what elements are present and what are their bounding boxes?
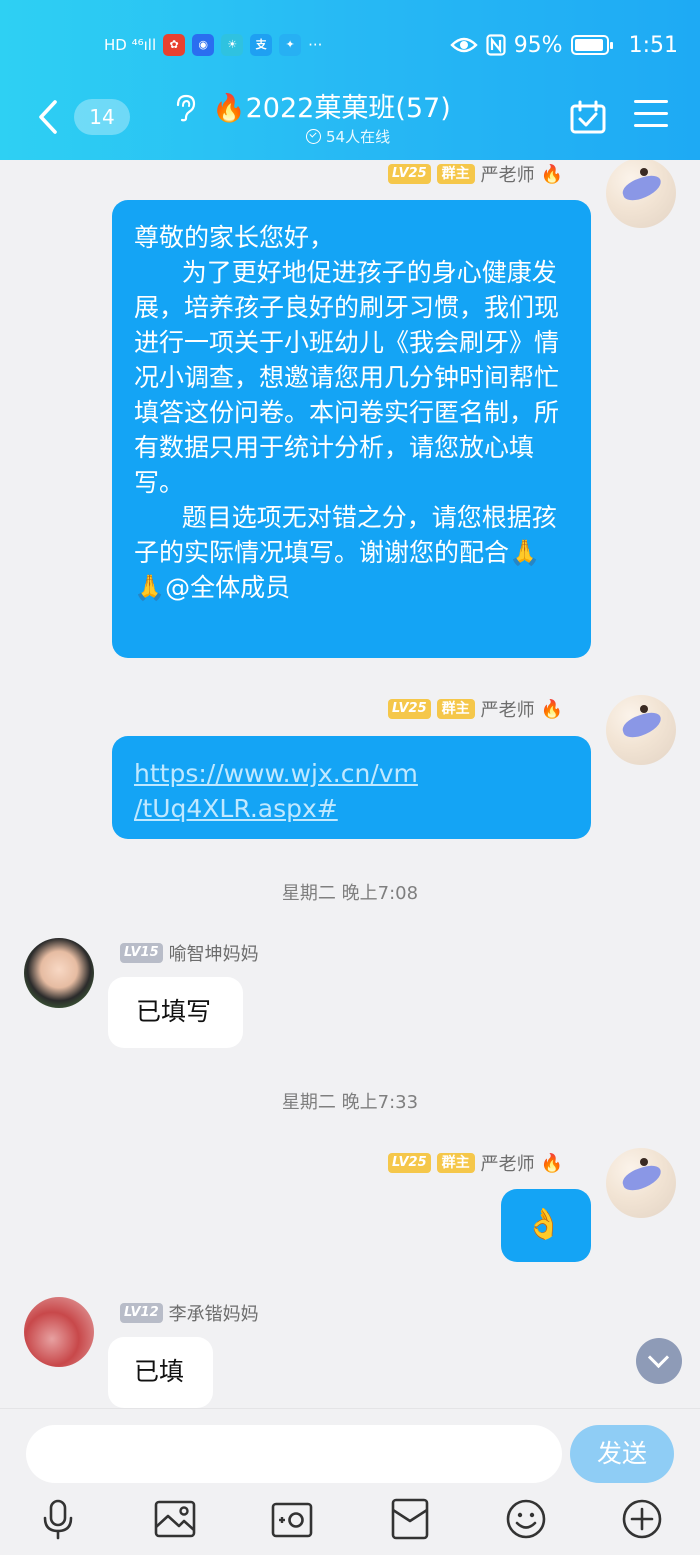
message-text: 已填: [134, 1357, 185, 1386]
sender-name[interactable]: 严老师: [481, 1150, 535, 1176]
sender-tag: LV25 群主 严老师 🔥: [388, 161, 563, 187]
sender-tag: LV12 李承锴妈妈: [120, 1300, 259, 1326]
signal-icons: HD ⁴⁶ıll: [104, 36, 157, 54]
flame-icon: 🔥: [540, 698, 564, 720]
message-bubble[interactable]: 尊敬的家长您好， 为了更好地促进孩子的身心健康发展，培养孩子良好的刷牙习惯，我们…: [112, 200, 591, 658]
sender-tag: LV25 群主 严老师 🔥: [388, 696, 563, 722]
message-text: 已填写: [136, 997, 212, 1026]
flame-icon: 🔥: [540, 163, 564, 185]
microphone-icon[interactable]: [36, 1497, 80, 1541]
owner-badge: 群主: [436, 1153, 475, 1173]
menu-icon[interactable]: [634, 100, 668, 132]
flame-icon: 🔥: [540, 1152, 564, 1174]
scroll-to-bottom-button[interactable]: [636, 1338, 682, 1384]
message-link[interactable]: https://www.wjx.cn/vm /tUq4XLR.aspx#: [134, 756, 571, 826]
sender-name[interactable]: 严老师: [481, 161, 535, 187]
ear-icon[interactable]: [172, 93, 198, 123]
ok-hand-emoji: 👌: [525, 1207, 563, 1242]
camera-icon[interactable]: [270, 1497, 314, 1541]
image-icon[interactable]: [153, 1497, 197, 1541]
plus-icon[interactable]: [620, 1497, 664, 1541]
sender-tag: LV15 喻智坤妈妈: [120, 940, 259, 966]
unread-count-badge[interactable]: 14: [74, 99, 130, 135]
app-notification-icon: ✿: [163, 34, 186, 56]
nfc-icon: [486, 34, 506, 56]
status-right: 95% 1:51: [449, 28, 678, 62]
more-notifications-icon: ···: [308, 36, 323, 54]
owner-badge: 群主: [436, 164, 475, 184]
message-list[interactable]: LV25 群主 严老师 🔥 尊敬的家长您好， 为了更好地促进孩子的身心健康发展，…: [0, 160, 700, 1408]
battery-percent: 95%: [513, 32, 563, 58]
check-circle-icon: [306, 129, 321, 144]
input-bar: 发送: [0, 1408, 700, 1555]
avatar[interactable]: [24, 1297, 94, 1367]
message-bubble[interactable]: https://www.wjx.cn/vm /tUq4XLR.aspx#: [112, 736, 591, 839]
online-status: 54人在线: [306, 126, 390, 147]
level-badge: LV12: [120, 1303, 163, 1323]
timestamp: 星期二 晚上7:08: [281, 883, 419, 904]
avatar[interactable]: [606, 1148, 676, 1218]
sender-tag: LV25 群主 严老师 🔥: [388, 1150, 563, 1176]
alipay-icon: 支: [250, 34, 273, 56]
level-badge: LV25: [388, 164, 431, 184]
avatar[interactable]: [606, 160, 676, 228]
level-badge: LV15: [120, 943, 163, 963]
calendar-check-icon[interactable]: [570, 100, 606, 134]
emoji-icon[interactable]: [504, 1497, 548, 1541]
group-title[interactable]: 🔥2022菓菓班(57): [212, 86, 451, 125]
chat-header: HD ⁴⁶ıll ✿ ◉ ☀ 支 ✦ ··· 95% 1:51 14 🔥2022…: [0, 0, 700, 160]
level-badge: LV25: [388, 699, 431, 719]
shield-app-icon: ✦: [279, 34, 302, 56]
red-packet-icon[interactable]: [388, 1497, 432, 1541]
avatar[interactable]: [24, 938, 94, 1008]
message-bubble[interactable]: 👌: [501, 1189, 591, 1262]
sender-name[interactable]: 喻智坤妈妈: [169, 940, 259, 966]
bulb-app-icon: ◉: [192, 34, 215, 56]
online-count: 54人在线: [326, 128, 391, 146]
status-bar: HD ⁴⁶ıll ✿ ◉ ☀ 支 ✦ ··· 95% 1:51: [0, 28, 700, 62]
level-badge: LV25: [388, 1153, 431, 1173]
owner-badge: 群主: [436, 699, 475, 719]
input-toolbar: [0, 1497, 700, 1547]
message-text: 尊敬的家长您好， 为了更好地促进孩子的身心健康发展，培养孩子良好的刷牙习惯，我们…: [134, 223, 560, 602]
sender-name[interactable]: 李承锴妈妈: [169, 1300, 259, 1326]
message-input[interactable]: [26, 1425, 562, 1483]
message-bubble[interactable]: 已填: [108, 1337, 213, 1408]
weather-app-icon: ☀: [221, 34, 244, 56]
avatar[interactable]: [606, 695, 676, 765]
battery-icon: [570, 35, 613, 55]
send-button[interactable]: 发送: [570, 1425, 674, 1483]
back-arrow-icon[interactable]: [36, 96, 60, 138]
sender-name[interactable]: 严老师: [481, 696, 535, 722]
clock: 1:51: [628, 32, 678, 58]
timestamp: 星期二 晚上7:33: [281, 1092, 419, 1113]
eye-icon: [449, 37, 478, 53]
message-bubble[interactable]: 已填写: [108, 977, 243, 1048]
status-left: HD ⁴⁶ıll ✿ ◉ ☀ 支 ✦ ···: [104, 28, 322, 62]
